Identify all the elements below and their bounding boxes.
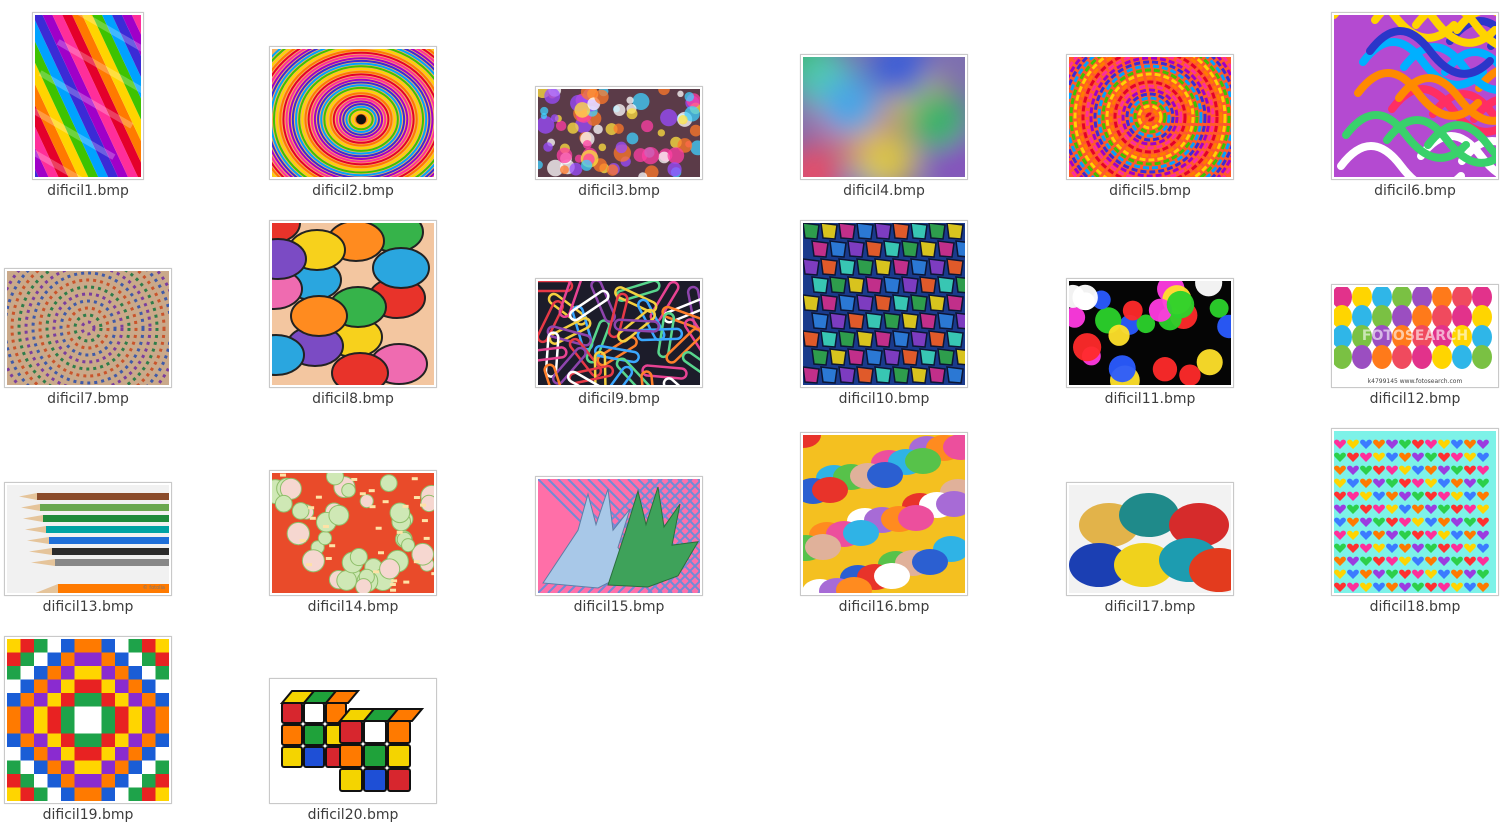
file-name-label: dificil6.bmp <box>1374 183 1456 199</box>
file-item[interactable]: dificil4.bmp <box>751 0 1017 200</box>
image-thumbnail-pigment-piles <box>1069 485 1231 593</box>
image-thumbnail-rainbow-stripes <box>35 15 141 177</box>
file-name-label: dificil20.bmp <box>307 807 399 822</box>
thumbnail-frame[interactable] <box>269 470 437 596</box>
file-name-label: dificil4.bmp <box>843 183 925 199</box>
thumbnail-frame[interactable] <box>269 220 437 388</box>
image-thumbnail-painted-hands <box>538 479 700 593</box>
credit-text: © fotolia <box>143 584 165 591</box>
image-thumbnail-paint-swirls <box>1334 15 1496 177</box>
image-thumbnail-rainbow-tunnel <box>272 49 434 177</box>
file-name-label: dificil3.bmp <box>578 183 660 199</box>
thumbnail-frame[interactable] <box>1066 482 1234 596</box>
file-name-label: dificil16.bmp <box>838 599 930 615</box>
watermark-text: FOTOSEARCH <box>1362 328 1468 344</box>
image-thumbnail-blurred-colors <box>803 57 965 177</box>
file-item[interactable]: dificil15.bmp <box>486 408 752 616</box>
image-thumbnail-color-powder-crowd <box>538 89 700 177</box>
file-name-label: dificil12.bmp <box>1369 391 1461 407</box>
file-item[interactable]: dificil8.bmp <box>220 200 486 408</box>
file-icon-grid: dificil1.bmp dificil2.bmp dificil3.bmp difi… <box>0 0 1503 822</box>
file-item[interactable]: dificil10.bmp <box>751 200 1017 408</box>
thumbnail-frame[interactable]: © fotolia <box>4 482 172 596</box>
file-item[interactable]: dificil20.bmp <box>220 616 486 822</box>
file-item[interactable]: dificil5.bmp <box>1017 0 1283 200</box>
file-name-label: dificil10.bmp <box>838 391 930 407</box>
image-thumbnail-mandala <box>7 271 169 385</box>
thumbnail-frame[interactable] <box>269 678 437 804</box>
file-item[interactable]: dificil3.bmp <box>486 0 752 200</box>
file-name-label: dificil7.bmp <box>47 391 129 407</box>
file-name-label: dificil1.bmp <box>47 183 129 199</box>
file-name-label: dificil2.bmp <box>312 183 394 199</box>
image-thumbnail-abstract-art <box>272 223 434 385</box>
thumbnail-frame[interactable] <box>269 46 437 180</box>
file-item[interactable]: © fotolia dificil13.bmp <box>0 408 221 616</box>
file-name-label: dificil13.bmp <box>42 599 134 615</box>
image-thumbnail-balloons: FOTOSEARCH k4799145 www.fotosearch.com <box>1334 287 1496 385</box>
thumbnail-frame[interactable] <box>1066 278 1234 388</box>
thumbnail-frame[interactable] <box>1066 54 1234 180</box>
image-thumbnail-hearts-pattern <box>1334 431 1496 593</box>
thumbnail-frame[interactable]: FOTOSEARCH k4799145 www.fotosearch.com <box>1331 284 1499 388</box>
file-item[interactable]: dificil6.bmp <box>1282 0 1503 200</box>
thumbnail-frame[interactable] <box>535 86 703 180</box>
file-item[interactable]: dificil2.bmp <box>220 0 486 200</box>
thumbnail-frame[interactable] <box>800 54 968 180</box>
image-thumbnail-rubiks-cubes <box>272 681 434 801</box>
image-thumbnail-stained-glass <box>803 223 965 385</box>
footer-text: k4799145 www.fotosearch.com <box>1368 378 1463 385</box>
thumbnail-frame[interactable] <box>4 268 172 388</box>
thumbnail-frame[interactable] <box>4 636 172 804</box>
thumbnail-frame[interactable] <box>535 476 703 596</box>
file-name-label: dificil14.bmp <box>307 599 399 615</box>
file-item[interactable]: dificil17.bmp <box>1017 408 1283 616</box>
file-name-label: dificil17.bmp <box>1104 599 1196 615</box>
image-thumbnail-bokeh-lights <box>1069 281 1231 385</box>
image-thumbnail-salad <box>272 473 434 593</box>
file-name-label: dificil8.bmp <box>312 391 394 407</box>
thumbnail-frame[interactable] <box>535 278 703 388</box>
thumbnail-frame[interactable] <box>1331 12 1499 180</box>
file-item[interactable]: dificil7.bmp <box>0 200 221 408</box>
image-thumbnail-colored-pencils: © fotolia <box>7 485 169 593</box>
thumbnail-frame[interactable] <box>800 432 968 596</box>
image-thumbnail-paper-clips <box>538 281 700 385</box>
file-item[interactable]: FOTOSEARCH k4799145 www.fotosearch.com dif… <box>1282 200 1503 408</box>
thumbnail-frame[interactable] <box>800 220 968 388</box>
file-name-label: dificil5.bmp <box>1109 183 1191 199</box>
image-thumbnail-colored-blobs <box>803 435 965 593</box>
file-item[interactable]: dificil14.bmp <box>220 408 486 616</box>
file-item[interactable]: dificil9.bmp <box>486 200 752 408</box>
file-name-label: dificil19.bmp <box>42 807 134 822</box>
file-item[interactable]: dificil18.bmp <box>1282 408 1503 616</box>
thumbnail-frame[interactable] <box>1331 428 1499 596</box>
thumbnail-frame[interactable] <box>32 12 144 180</box>
file-item[interactable]: dificil1.bmp <box>0 0 221 200</box>
image-thumbnail-pixel-diamond <box>7 639 169 801</box>
file-name-label: dificil18.bmp <box>1369 599 1461 615</box>
file-item[interactable]: dificil19.bmp <box>0 616 221 822</box>
file-name-label: dificil11.bmp <box>1104 391 1196 407</box>
file-name-label: dificil15.bmp <box>573 599 665 615</box>
image-thumbnail-psychedelic-spiral <box>1069 57 1231 177</box>
file-name-label: dificil9.bmp <box>578 391 660 407</box>
file-item[interactable]: dificil11.bmp <box>1017 200 1283 408</box>
file-item[interactable]: dificil16.bmp <box>751 408 1017 616</box>
